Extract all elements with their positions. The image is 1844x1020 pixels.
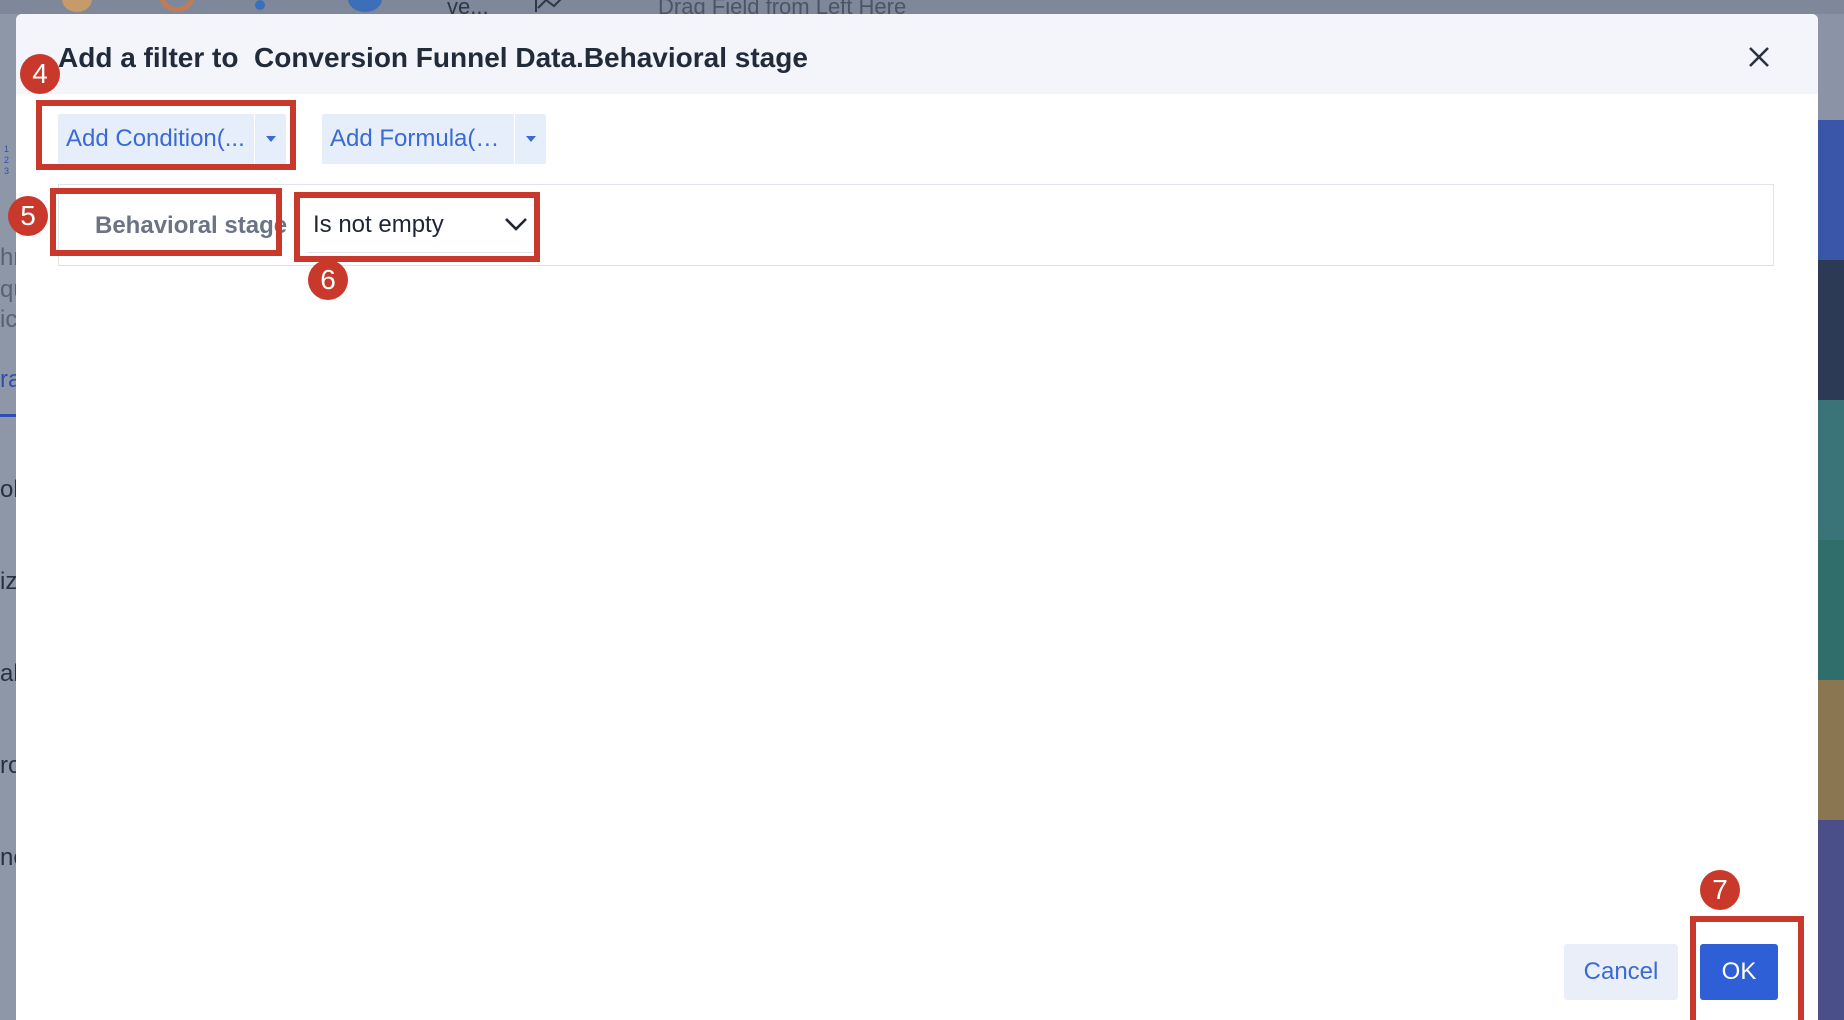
background-toolbar: ve... Drag Field from Left Here — [0, 0, 1844, 19]
background-fragment: qu — [0, 276, 16, 303]
background-color-swatches — [1818, 120, 1844, 1020]
sort-numbers-icon: 1 2 3 — [4, 144, 9, 176]
svg-text:1: 1 — [4, 144, 9, 154]
close-icon — [1749, 47, 1769, 67]
color-swatch — [1818, 120, 1844, 260]
background-fragment: hr — [0, 244, 16, 271]
cancel-button[interactable]: Cancel — [1564, 944, 1678, 1000]
step-badge-7: 7 — [1700, 870, 1740, 910]
background-fragment: iz — [0, 568, 16, 595]
operator-select[interactable]: Is not empty — [307, 195, 539, 253]
background-fragment: ic — [0, 306, 16, 333]
add-condition-label: Add Condition(... — [66, 125, 245, 152]
color-swatch — [1818, 260, 1844, 400]
background-fragment: ol — [0, 476, 16, 503]
background-tab-underline — [0, 414, 16, 417]
caret-down-icon — [265, 136, 276, 142]
color-swatch — [1818, 680, 1844, 820]
step-badge-4: 4 — [20, 54, 60, 94]
svg-text:2: 2 — [4, 155, 9, 165]
close-button[interactable] — [1744, 42, 1774, 72]
add-filter-dialog: Add a filter to Conversion Funnel Data.B… — [16, 14, 1818, 1020]
scatter-chart-icon — [255, 0, 265, 10]
background-fragment: ro — [0, 752, 16, 779]
donut-chart-icon — [160, 0, 194, 12]
operator-value: Is not empty — [313, 211, 444, 238]
bubble-chart-icon — [348, 0, 382, 12]
dialog-header: Add a filter to Conversion Funnel Data.B… — [16, 14, 1818, 94]
svg-text:3: 3 — [4, 166, 9, 176]
color-swatch — [1818, 540, 1844, 680]
color-swatch — [1818, 400, 1844, 540]
chevron-down-icon — [505, 218, 527, 231]
add-formula-dropdown[interactable] — [514, 114, 546, 164]
condition-row: Behavioral stage Is not empty — [58, 184, 1774, 266]
add-formula-label: Add Formula(A... — [330, 125, 512, 152]
dialog-title: Add a filter to Conversion Funnel Data.B… — [58, 42, 808, 73]
add-condition-dropdown[interactable] — [254, 114, 286, 164]
color-swatch — [1818, 820, 1844, 1020]
add-condition-button[interactable]: Add Condition(... — [58, 114, 286, 164]
background-fragment: ne — [0, 844, 16, 871]
step-badge-5: 5 — [8, 196, 48, 236]
background-field-list: 1 2 3 hr qu ic ra ol iz ab ro ne — [0, 14, 16, 1020]
add-formula-button[interactable]: Add Formula(A... — [322, 114, 546, 164]
condition-field: Behavioral stage — [79, 201, 289, 251]
caret-down-icon — [525, 136, 536, 142]
ok-button[interactable]: OK — [1700, 944, 1778, 1000]
background-fragment: ra — [0, 366, 16, 393]
pie-chart-icon — [62, 0, 92, 12]
line-chart-icon — [535, 0, 562, 12]
background-fragment: ab — [0, 660, 16, 687]
step-badge-6: 6 — [308, 260, 348, 300]
